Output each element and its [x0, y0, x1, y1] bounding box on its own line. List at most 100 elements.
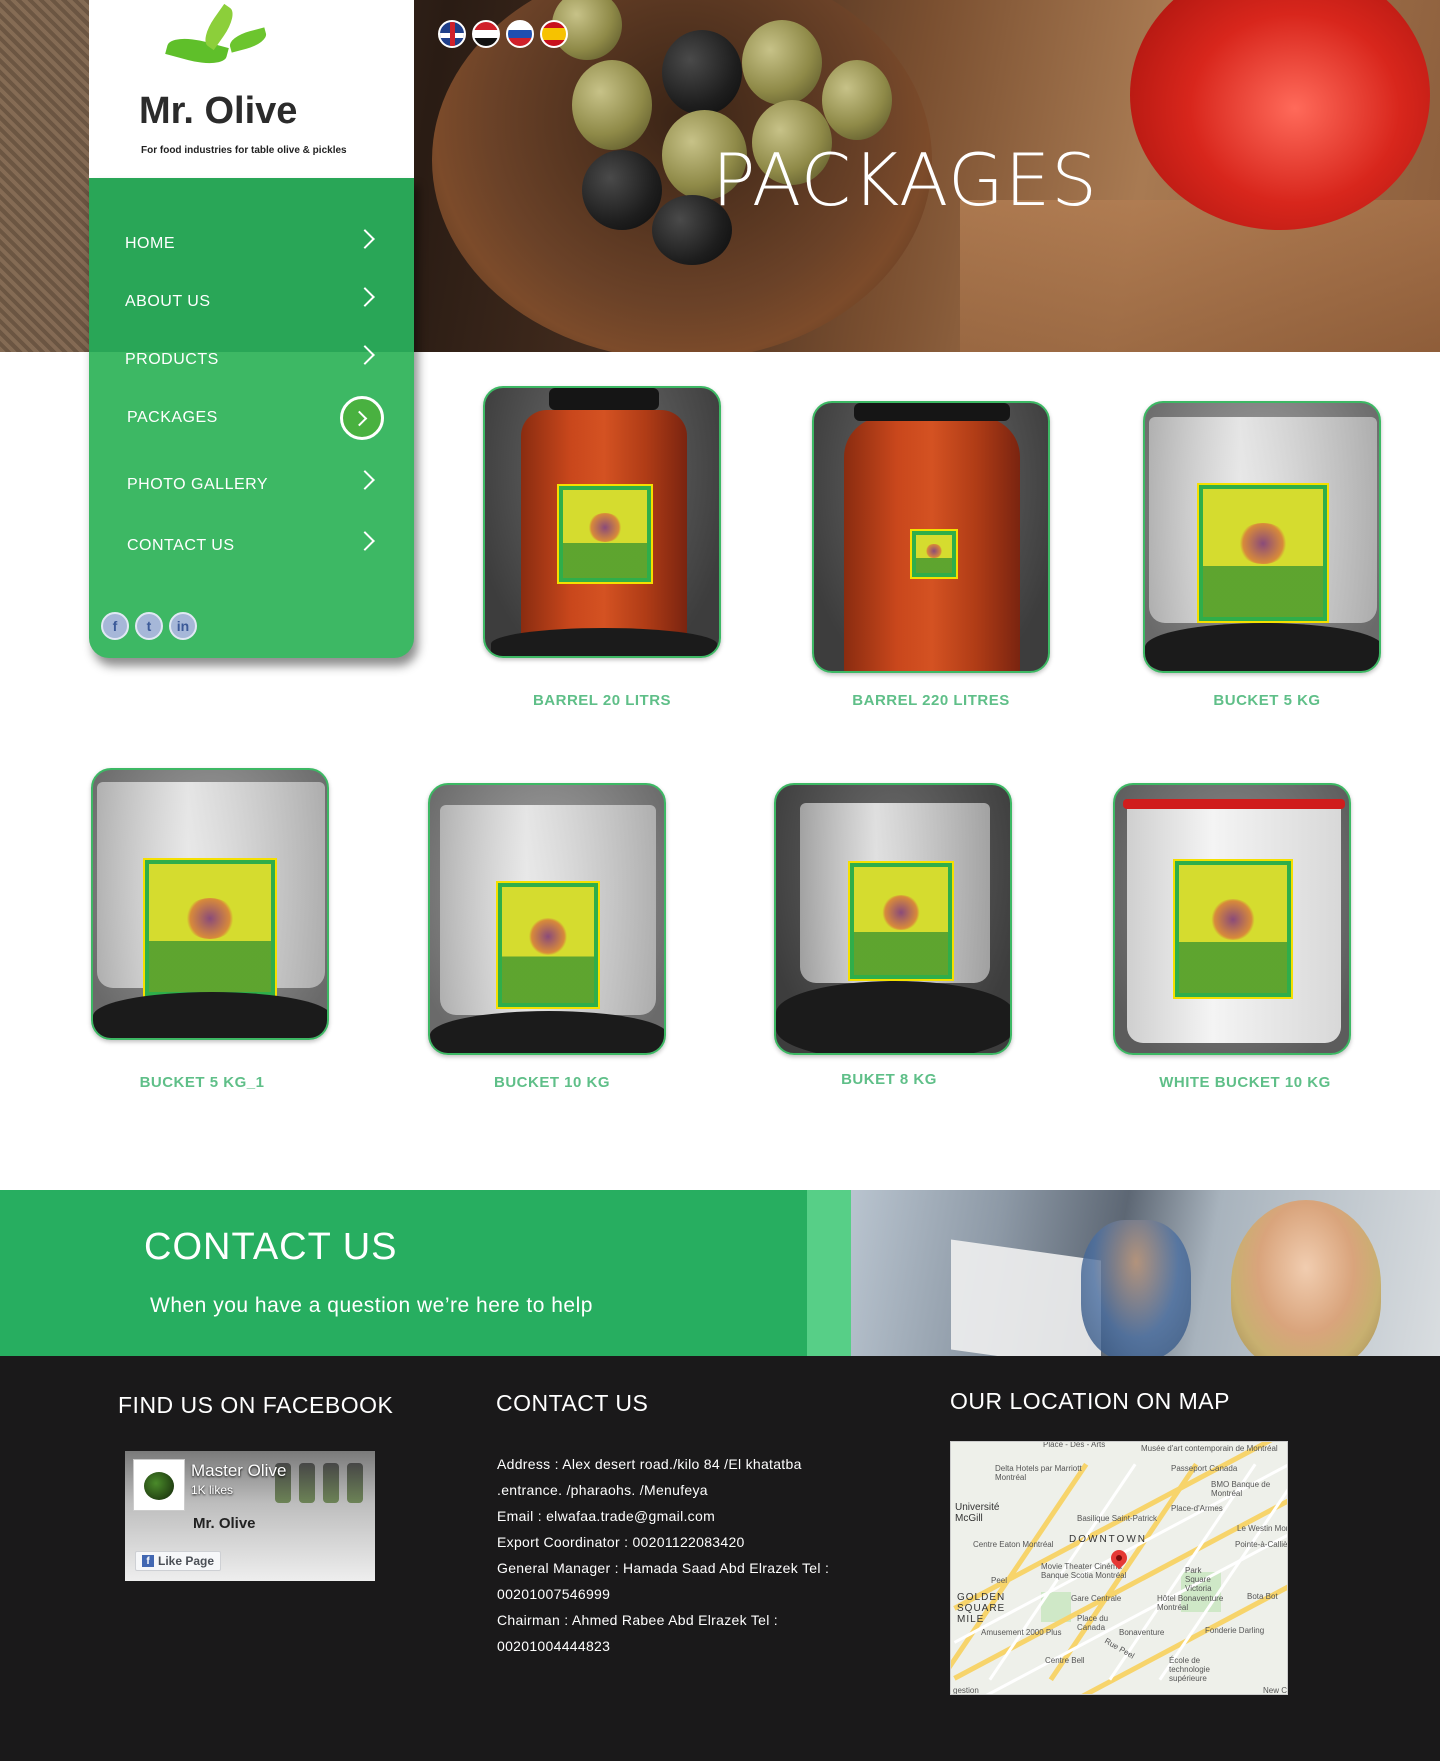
product-name: BARREL 20 LITRS: [532, 692, 672, 709]
footer: FIND US ON FACEBOOK Master Olive 1K like…: [0, 1356, 1440, 1761]
map-label: DOWNTOWN: [1069, 1534, 1148, 1545]
map-label: Bonaventure: [1119, 1628, 1165, 1637]
contact-banner-title: CONTACT US: [144, 1226, 398, 1268]
english-flag-icon[interactable]: [438, 20, 466, 48]
chevron-right-icon: [355, 287, 375, 307]
map-label: Centre Bell: [1045, 1656, 1085, 1665]
map-label: GOLDEN SQUARE MILE: [957, 1592, 1006, 1625]
barrel-cap: [549, 388, 659, 410]
active-chevron-circle-icon: [340, 396, 384, 440]
map-label: Université McGill: [955, 1502, 1000, 1524]
chevron-right-icon: [355, 229, 375, 249]
map-label: Fonderie Darling: [1205, 1626, 1265, 1635]
map-label: Amusement 2000 Plus: [981, 1628, 1062, 1637]
nav-item-label: HOME: [125, 235, 175, 252]
nav-item-products[interactable]: PRODUCTS: [89, 334, 414, 386]
logo-tagline: For food industries for table olive & pi…: [141, 145, 347, 156]
facebook-likes-count: 1K likes: [191, 1483, 234, 1497]
map-label: Place-d'Armes: [1171, 1504, 1223, 1513]
stand-image: [430, 1011, 664, 1053]
facebook-page-name[interactable]: Master Olive: [191, 1461, 286, 1481]
social-links: f t in: [101, 612, 197, 640]
logo[interactable]: Mr. Olive For food industries for table …: [89, 0, 414, 178]
stand-image: [93, 992, 327, 1038]
logo-name: Mr. Olive: [139, 90, 298, 132]
nav-item-label: ABOUT US: [125, 293, 211, 310]
product-card-white-bucket-10kg[interactable]: [1113, 783, 1351, 1055]
nav-item-photo-gallery[interactable]: PHOTO GALLERY: [89, 459, 414, 511]
map-label: Peel: [991, 1576, 1008, 1585]
nav-item-about-us[interactable]: ABOUT US: [89, 276, 414, 328]
sidebar: Mr. Olive For food industries for table …: [89, 0, 414, 658]
stand-image: [491, 628, 717, 656]
product-label-image: [1197, 483, 1329, 623]
product-label-image: [557, 484, 653, 584]
spain-flag-icon[interactable]: [540, 20, 568, 48]
nav-item-label: PACKAGES: [127, 409, 218, 426]
person-image: [1231, 1200, 1381, 1356]
nav-item-home[interactable]: HOME: [89, 218, 414, 270]
product-card-barrel-20[interactable]: [483, 386, 721, 658]
nav-item-label: PRODUCTS: [125, 351, 219, 368]
support-photo: [851, 1190, 1440, 1356]
nav-item-packages[interactable]: PACKAGES: [89, 392, 414, 444]
olive-image: [822, 60, 892, 140]
facebook-widget[interactable]: Master Olive 1K likes Mr. Olive f Like P…: [125, 1451, 375, 1581]
linkedin-icon[interactable]: in: [169, 612, 197, 640]
product-card-bucket-5kg[interactable]: [1143, 401, 1381, 673]
nav-item-label: PHOTO GALLERY: [127, 476, 269, 493]
product-name: BUCKET 5 KG: [1213, 692, 1321, 709]
map-label: Place - Des - Arts: [1043, 1441, 1106, 1449]
facebook-icon: f: [142, 1555, 154, 1567]
product-card-bucket-5kg-1[interactable]: [91, 768, 329, 1040]
contact-line: 00201004444823: [497, 1638, 611, 1654]
olive-image: [582, 150, 662, 230]
contact-line: General Manager : Hamada Saad Abd Elraze…: [497, 1560, 830, 1576]
stand-image: [776, 981, 1010, 1053]
map-label: Delta Hotels par Marriott Montréal: [995, 1464, 1082, 1482]
barrel-cap: [854, 403, 1010, 421]
map-label: Gare Centrale: [1071, 1594, 1122, 1603]
contact-email[interactable]: Email : elwafaa.trade@gmail.com: [497, 1503, 887, 1529]
facebook-like-button[interactable]: f Like Page: [135, 1551, 222, 1571]
tomato-image: [1130, 0, 1430, 230]
map-label: Passeport Canada: [1171, 1464, 1238, 1473]
contact-line: 00201007546999: [497, 1586, 611, 1602]
russia-flag-icon[interactable]: [506, 20, 534, 48]
map-label: Pointe-à-Calliè: [1235, 1540, 1288, 1549]
chevron-right-icon: [355, 345, 375, 365]
facebook-icon[interactable]: f: [101, 612, 129, 640]
egypt-flag-icon[interactable]: [472, 20, 500, 48]
contact-line: Export Coordinator : 00201122083420: [497, 1534, 745, 1550]
map-label: Centre Eaton Montréal: [973, 1540, 1054, 1549]
twitter-icon[interactable]: t: [135, 612, 163, 640]
person-image: [1081, 1220, 1191, 1356]
product-name: BUKET 8 KG: [841, 1071, 937, 1088]
like-button-label: Like Page: [158, 1554, 215, 1568]
nav-item-contact-us[interactable]: CONTACT US: [89, 520, 414, 572]
olive-image: [662, 30, 742, 115]
facebook-heading: FIND US ON FACEBOOK: [118, 1392, 394, 1418]
contact-line: .entrance. /pharaohs. /Menufeya: [497, 1482, 708, 1498]
product-card-barrel-220[interactable]: [812, 401, 1050, 673]
olive-image: [572, 60, 652, 150]
monitor-image: [951, 1239, 1101, 1356]
product-card-bucket-10kg[interactable]: [428, 783, 666, 1055]
map-label: New C: [1263, 1686, 1288, 1695]
accent-strip: [807, 1190, 851, 1356]
contact-banner-subtitle: When you have a question we’re here to h…: [150, 1294, 593, 1317]
contact-line: Chairman : Ahmed Rabee Abd Elrazek Tel :: [497, 1612, 779, 1628]
jars-image: [275, 1463, 363, 1503]
location-map[interactable]: Place - Des - Arts Musée d'art contempor…: [950, 1441, 1288, 1695]
olive-image: [742, 20, 822, 105]
product-card-bucket-8kg[interactable]: [774, 783, 1012, 1055]
map-label: Le Westin Mont: [1237, 1524, 1288, 1533]
main-nav: HOME ABOUT US PRODUCTS PACKAGES PHOTO GA…: [89, 178, 414, 658]
nav-item-label: CONTACT US: [127, 537, 235, 554]
chevron-right-icon: [355, 470, 375, 490]
facebook-page-avatar[interactable]: [133, 1459, 185, 1511]
cutting-board-image: [960, 200, 1440, 352]
red-rim: [1123, 799, 1345, 809]
map-label: Bota Bot: [1247, 1592, 1278, 1601]
product-name: BARREL 220 LITRES: [852, 692, 1010, 709]
